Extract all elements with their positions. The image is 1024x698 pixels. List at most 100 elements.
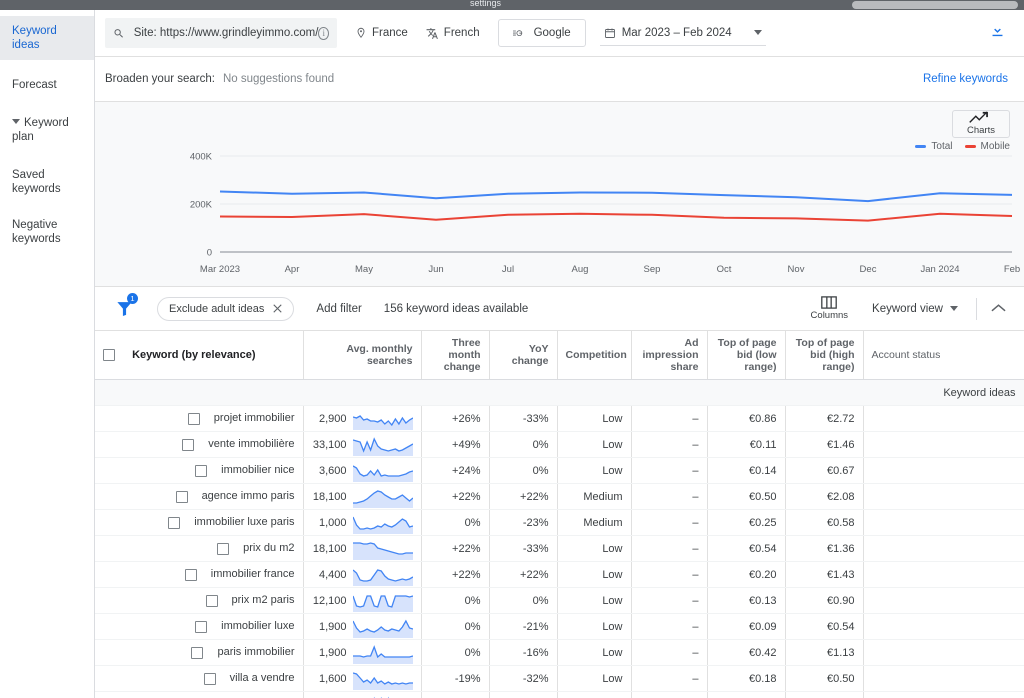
row-checkbox[interactable] bbox=[175, 490, 188, 503]
sparkline bbox=[352, 516, 413, 534]
cell-keyword: immobilier nice bbox=[95, 457, 304, 484]
row-checkbox[interactable] bbox=[191, 646, 204, 659]
table-row[interactable]: achat maison toulouse1,300+30%+30%Medium… bbox=[95, 691, 1024, 698]
info-icon[interactable]: i bbox=[318, 26, 329, 40]
row-checkbox[interactable] bbox=[184, 568, 197, 581]
column-header-top-of-page-bid-low[interactable]: Top of page bid (low range) bbox=[707, 331, 786, 380]
table-row[interactable]: immobilier luxe 1,900 0% -21% Low – €0.09 €0.54 bbox=[95, 613, 1024, 640]
column-header-three-month-change[interactable]: Three month change bbox=[421, 331, 490, 380]
cell-competition: Medium bbox=[557, 691, 632, 698]
table-row[interactable]: immobilier luxe paris 1,000 0% -23% Medium – €… bbox=[95, 509, 1024, 536]
cell-keyword: projet immobilier bbox=[95, 405, 304, 432]
cell-competition: Low bbox=[557, 535, 632, 562]
filter-button[interactable]: 1 bbox=[111, 292, 138, 322]
row-checkbox[interactable] bbox=[205, 594, 218, 607]
broaden-label: Broaden your search: bbox=[105, 73, 215, 85]
column-header-account-status[interactable]: Account status bbox=[863, 331, 1024, 380]
table-group-row: Keyword ideas bbox=[95, 379, 1024, 406]
collapse-panel-button[interactable] bbox=[991, 300, 1006, 318]
language-selector[interactable]: French bbox=[426, 27, 480, 40]
refine-keywords-link[interactable]: Refine keywords bbox=[923, 73, 1008, 85]
row-checkbox[interactable] bbox=[168, 516, 181, 529]
table-row[interactable]: agence immo paris 18,100 +22% +22% Medium – €0… bbox=[95, 483, 1024, 510]
date-range-selector[interactable]: Mar 2023 – Feb 2024 bbox=[599, 20, 766, 46]
download-button[interactable] bbox=[989, 22, 1006, 44]
cell-avg-monthly-searches: 33,100 bbox=[303, 431, 422, 458]
cell-top-of-page-bid-low: €0.09 bbox=[707, 613, 786, 640]
table-row[interactable]: paris immobilier 1,900 0% -16% Low – €0.42 €1.1… bbox=[95, 639, 1024, 666]
cell-keyword: paris immobilier bbox=[95, 639, 304, 666]
table-row[interactable]: villa a vendre 1,600 -19% -32% Low – €0.18 €0.5… bbox=[95, 665, 1024, 692]
column-header-keyword-label: Keyword (by relevance) bbox=[132, 349, 256, 362]
column-header-ad-impression-share[interactable]: Ad impression share bbox=[631, 331, 708, 380]
legend-item-mobile[interactable]: Mobile bbox=[964, 141, 1010, 152]
cell-competition: Low bbox=[557, 405, 632, 432]
avg-monthly-searches-value: 1,000 bbox=[318, 516, 347, 529]
row-checkbox[interactable] bbox=[217, 542, 230, 555]
svg-text:Jan 2024: Jan 2024 bbox=[920, 264, 959, 275]
cell-yoy-change: -23% bbox=[489, 509, 558, 536]
search-icon bbox=[114, 28, 123, 38]
cell-yoy-change: -33% bbox=[489, 535, 558, 562]
window-title-bar: settings bbox=[0, 0, 1024, 10]
legend-label-total: Total bbox=[931, 141, 953, 152]
horizontal-scrollbar[interactable] bbox=[852, 1, 1018, 9]
keyword-label: immobilier luxe bbox=[221, 620, 295, 633]
app-root: settings Keyword ideas Forecast Keyword … bbox=[0, 0, 1024, 698]
cell-ad-impression-share: – bbox=[631, 431, 708, 458]
column-header-keyword[interactable]: Keyword (by relevance) bbox=[95, 331, 304, 380]
search-input[interactable]: Site: https://www.grindleyimmo.com/ i bbox=[105, 18, 337, 48]
sidebar-item-keyword-ideas[interactable]: Keyword ideas bbox=[0, 16, 94, 60]
cell-avg-monthly-searches: 2,900 bbox=[303, 405, 422, 432]
table-row[interactable]: immobilier france 4,400 +22% +22% Low – €0.20 €… bbox=[95, 561, 1024, 588]
table-row[interactable]: immobilier nice 3,600 +24% 0% Low – €0.14 €0.67 bbox=[95, 457, 1024, 484]
filter-chip-exclude-adult-ideas[interactable]: Exclude adult ideas bbox=[157, 296, 295, 321]
table-row[interactable]: prix m2 paris 12,100 0% 0% Low – €0.13 €0.90 bbox=[95, 587, 1024, 614]
sidebar-item-saved-keywords[interactable]: Saved keywords bbox=[0, 160, 94, 204]
cell-ad-impression-share: – bbox=[631, 483, 708, 510]
select-all-checkbox[interactable] bbox=[103, 349, 115, 362]
row-checkbox[interactable] bbox=[195, 620, 208, 633]
column-header-yoy-change[interactable]: YoY change bbox=[489, 331, 558, 380]
add-filter-button[interactable]: Add filter bbox=[316, 303, 361, 315]
chevron-down-icon bbox=[753, 30, 762, 35]
columns-button[interactable]: Columns bbox=[811, 296, 848, 321]
cell-ad-impression-share: – bbox=[631, 535, 708, 562]
sidebar-item-forecast[interactable]: Forecast bbox=[0, 70, 94, 100]
row-checkbox[interactable] bbox=[182, 438, 195, 451]
chevron-up-icon bbox=[991, 303, 1006, 311]
charts-button[interactable]: Charts bbox=[952, 110, 1010, 138]
column-header-avg-monthly-searches[interactable]: Avg. monthly searches bbox=[303, 331, 422, 380]
row-checkbox[interactable] bbox=[195, 464, 208, 477]
legend-item-total[interactable]: Total bbox=[915, 141, 953, 152]
row-checkbox[interactable] bbox=[203, 672, 216, 685]
cell-top-of-page-bid-high: €2.72 bbox=[785, 405, 864, 432]
cell-competition: Low bbox=[557, 457, 632, 484]
cell-top-of-page-bid-high: €0.72 bbox=[785, 691, 864, 698]
sidebar-item-label: Saved keywords bbox=[12, 169, 61, 195]
row-checkbox[interactable] bbox=[187, 412, 200, 425]
table-row[interactable]: projet immobilier 2,900 +26% -33% Low – €0.86 €… bbox=[95, 405, 1024, 432]
close-icon[interactable] bbox=[273, 304, 283, 313]
cell-top-of-page-bid-low: €0.11 bbox=[707, 431, 786, 458]
table-row[interactable]: vente immobilière 33,100 +49% 0% Low – €0.11 €1… bbox=[95, 431, 1024, 458]
svg-text:May: May bbox=[355, 264, 373, 275]
cell-ad-impression-share: – bbox=[631, 665, 708, 692]
cell-keyword: prix m2 paris bbox=[95, 587, 304, 614]
cell-keyword: immobilier luxe paris bbox=[95, 509, 304, 536]
keyword-view-selector[interactable]: Keyword view bbox=[872, 303, 958, 315]
column-header-top-of-page-bid-high[interactable]: Top of page bid (high range) bbox=[785, 331, 864, 380]
keyword-label: agence immo paris bbox=[201, 490, 295, 503]
location-selector[interactable]: France bbox=[355, 27, 408, 39]
cell-account-status bbox=[863, 691, 1024, 698]
columns-icon bbox=[821, 296, 838, 309]
network-selector[interactable]: Google bbox=[497, 19, 586, 47]
column-header-competition[interactable]: Competition bbox=[557, 331, 632, 380]
keyword-ideas-count: 156 keyword ideas available bbox=[383, 302, 529, 315]
sidebar-item-keyword-plan[interactable]: Keyword plan bbox=[0, 108, 94, 152]
sidebar-item-negative-keywords[interactable]: Negative keywords bbox=[0, 210, 72, 254]
svg-text:Sep: Sep bbox=[644, 264, 661, 275]
cell-account-status bbox=[863, 457, 1024, 484]
table-row[interactable]: prix du m2 18,100 +22% -33% Low – €0.54 €1.36 bbox=[95, 535, 1024, 562]
keyword-view-label: Keyword view bbox=[872, 302, 943, 315]
